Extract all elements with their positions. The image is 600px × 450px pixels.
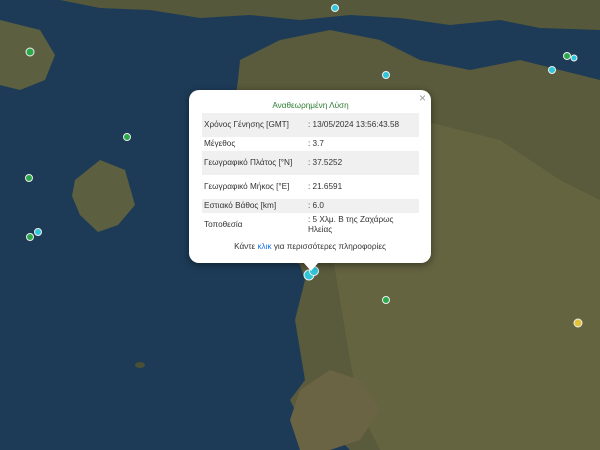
table-row: Εστιακό Βάθος [km] : 6.0 (202, 199, 419, 213)
marker-green[interactable] (26, 233, 34, 241)
more-info-text: Κάντε κλικ για περισσότερες πληροφορίες (189, 242, 431, 251)
marker-green[interactable] (563, 52, 571, 60)
marker-green[interactable] (25, 47, 35, 57)
more-info-link[interactable]: κλικ (257, 242, 271, 251)
popup-pointer (303, 262, 319, 271)
popup-title-row: Αναθεωρημένη Λύση (202, 98, 419, 113)
row-key: Μέγεθος (204, 139, 236, 148)
row-value: : 5 Χλμ. Β της Ζαχάρως Ηλείας (308, 215, 394, 234)
earthquake-info-popup: × Αναθεωρημένη Λύση Χρόνος Γένησης [GMT]… (189, 90, 431, 263)
info-table: Αναθεωρημένη Λύση Χρόνος Γένησης [GMT] :… (202, 98, 419, 237)
table-row: Γεωγραφικό Πλάτος [°N] : 37.5252 (202, 151, 419, 175)
marker-green[interactable] (123, 133, 131, 141)
row-key: Τοποθεσία (204, 220, 243, 229)
row-value: : 3.7 (308, 139, 324, 148)
popup-title: Αναθεωρημένη Λύση (272, 100, 349, 110)
row-value: : 21.6591 (308, 182, 343, 191)
row-value: : 6.0 (304, 199, 419, 213)
marker-green[interactable] (25, 174, 33, 182)
more-prefix: Κάντε (234, 242, 258, 251)
table-row: Γεωγραφικό Μήκος [°E] : 21.6591 (202, 175, 419, 199)
table-row: Μέγεθος : 3.7 (202, 137, 419, 151)
close-icon[interactable]: × (419, 91, 426, 105)
row-value: : 13/05/2024 13:56:43.58 (304, 113, 419, 137)
marker-cyan[interactable] (34, 228, 42, 236)
more-suffix: για περισσότερες πληροφορίες (271, 242, 386, 251)
marker-yellow[interactable] (573, 318, 583, 328)
table-row: Τοποθεσία : 5 Χλμ. Β της Ζαχάρως Ηλείας (202, 213, 419, 237)
marker-green[interactable] (382, 296, 390, 304)
row-value: : 37.5252 (304, 151, 419, 175)
marker-cyan[interactable] (570, 54, 578, 62)
island-strofades (135, 362, 145, 368)
table-row: Χρόνος Γένησης [GMT] : 13/05/2024 13:56:… (202, 113, 419, 137)
marker-cyan[interactable] (548, 66, 556, 74)
row-key: Εστιακό Βάθος [km] (202, 199, 304, 213)
row-key: Γεωγραφικό Μήκος [°E] (204, 182, 290, 191)
row-key: Χρόνος Γένησης [GMT] (202, 113, 304, 137)
row-key: Γεωγραφικό Πλάτος [°N] (202, 151, 304, 175)
marker-cyan[interactable] (331, 4, 339, 12)
marker-cyan[interactable] (382, 71, 390, 79)
